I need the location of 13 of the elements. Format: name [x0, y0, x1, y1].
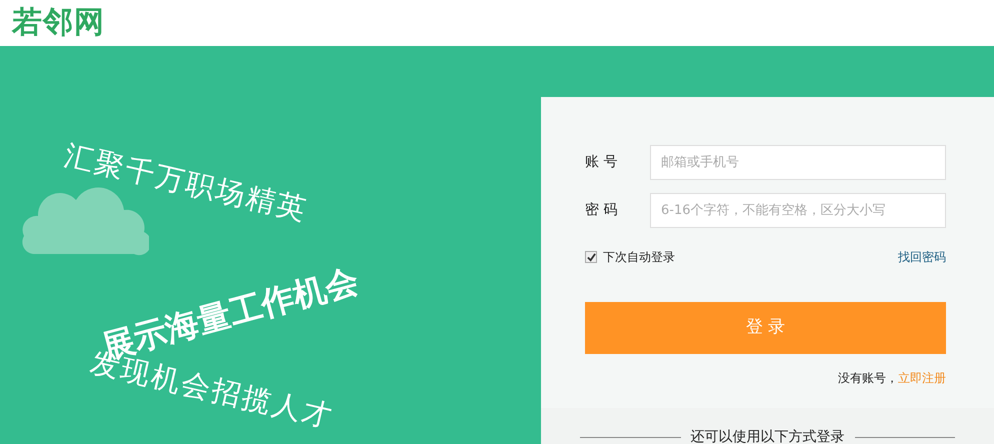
forgot-password-link[interactable]: 找回密码: [898, 248, 946, 266]
remember-checkbox[interactable]: [585, 251, 597, 263]
slogan-text: 汇聚千万职场精英: [60, 136, 312, 229]
login-button[interactable]: 登 录: [585, 302, 946, 354]
register-prompt: 没有账号，: [838, 370, 898, 387]
alternative-login-heading: 还可以使用以下方式登录: [690, 430, 844, 444]
password-field[interactable]: 6-16个字符，不能有空格，区分大小写: [650, 193, 946, 228]
field-label: 密 码: [585, 201, 618, 220]
register-link[interactable]: 立即注册: [898, 369, 946, 387]
field-label: 账 号: [585, 153, 618, 172]
logo[interactable]: 若邻网: [12, 8, 105, 38]
account-field[interactable]: 邮箱或手机号: [650, 145, 946, 180]
remember-label[interactable]: 下次自动登录: [603, 248, 675, 266]
